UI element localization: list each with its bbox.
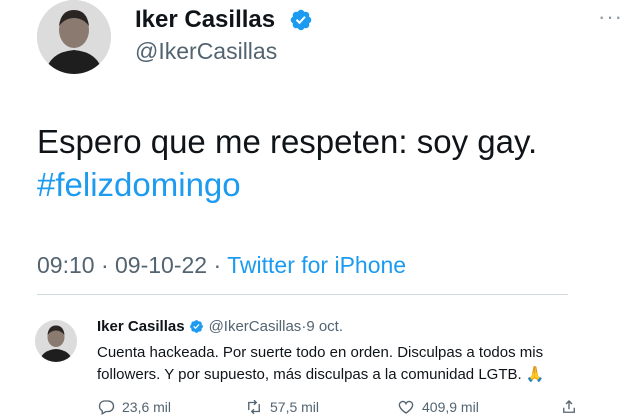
like-count: 409,9 mil xyxy=(422,399,479,415)
tweet-date[interactable]: 09-10-22 xyxy=(115,252,207,278)
like-action[interactable]: 409,9 mil xyxy=(397,398,479,416)
divider xyxy=(37,294,568,295)
reply-header: Iker Casillas @IkerCasillas · 9 oct. xyxy=(97,318,343,335)
reply-action[interactable]: 23,6 mil xyxy=(97,398,171,416)
reply-date[interactable]: 9 oct. xyxy=(306,318,343,335)
heart-icon xyxy=(398,400,414,414)
reply-count: 23,6 mil xyxy=(122,399,172,415)
author-name[interactable]: Iker Casillas xyxy=(135,6,275,34)
reply-author-name[interactable]: Iker Casillas xyxy=(97,318,185,335)
share-icon xyxy=(563,400,575,413)
retweet-count: 57,5 mil xyxy=(270,399,320,415)
reply-text: Cuenta hackeada. Por suerte todo en orde… xyxy=(97,344,545,383)
reply-author-handle[interactable]: @IkerCasillas xyxy=(209,318,302,335)
verified-badge-icon xyxy=(189,320,203,333)
tweet-time[interactable]: 09:10 xyxy=(37,252,95,278)
reply-actions: 23,6 mil 57,5 mil 409,9 mil xyxy=(0,398,630,420)
retweet-action[interactable]: 57,5 mil xyxy=(245,398,319,416)
author-handle[interactable]: @IkerCasillas xyxy=(135,38,277,65)
meta-separator: · xyxy=(94,252,116,278)
share-action[interactable] xyxy=(560,398,585,416)
tweet-source-link[interactable]: Twitter for iPhone xyxy=(227,252,406,278)
tweet-text: Espero que me respeten: soy gay. xyxy=(37,123,538,160)
retweet-icon xyxy=(248,399,260,415)
reply-author-avatar[interactable] xyxy=(35,320,77,362)
comment-icon xyxy=(98,400,115,415)
more-options-icon[interactable]: ··· xyxy=(598,4,623,30)
hashtag-link[interactable]: #felizdomingo xyxy=(37,166,241,204)
author-avatar[interactable] xyxy=(37,0,111,74)
tweet-meta: 09:10 · 09-10-22 · Twitter for iPhone xyxy=(37,252,406,279)
meta-separator: · xyxy=(207,252,228,278)
verified-badge-icon xyxy=(290,9,312,31)
